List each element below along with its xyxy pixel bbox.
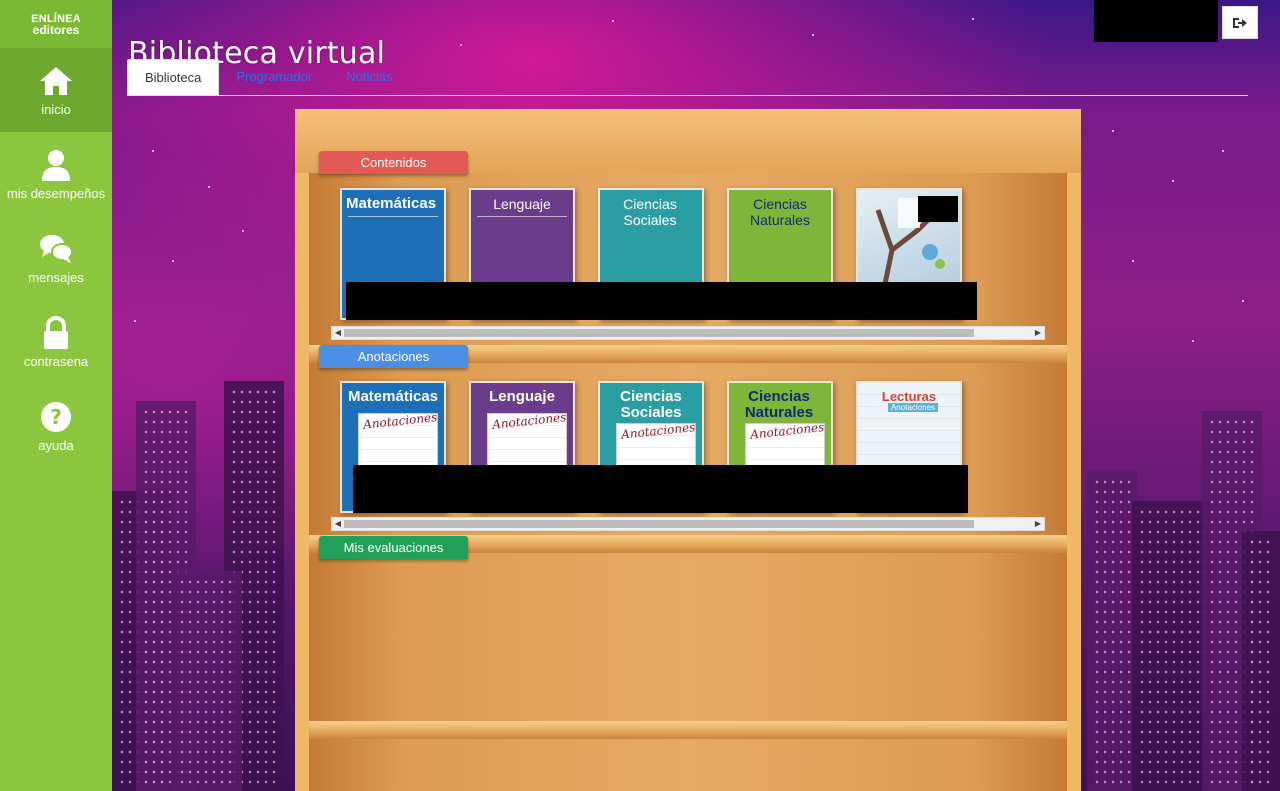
- sidebar-item-contrasena[interactable]: contrasena: [0, 300, 112, 384]
- user-icon: [42, 149, 70, 181]
- book-note-label: Anotaciones: [620, 420, 696, 442]
- scroll-right-arrow-icon[interactable]: ▶: [1032, 327, 1044, 339]
- star: [1172, 180, 1174, 182]
- tab-noticias[interactable]: Noticias: [329, 59, 409, 94]
- star: [972, 18, 974, 20]
- brand-line2: editores: [32, 23, 80, 37]
- sidebar-item-inicio[interactable]: inicio: [0, 48, 112, 132]
- star: [172, 260, 174, 262]
- help-icon: ?: [41, 401, 71, 432]
- book-note-label: Anotaciones: [749, 420, 825, 442]
- svg-text:?: ?: [50, 405, 62, 429]
- bookshelf: Contenidos Matemáticas Lenguaje Ciencias…: [295, 109, 1081, 791]
- book-note-label: Anotaciones: [888, 403, 939, 412]
- city-building: [1132, 501, 1212, 791]
- shelf-scrollbar[interactable]: ◀ ▶: [331, 517, 1045, 531]
- redacted-user-area: [1094, 0, 1218, 42]
- shelf-label-anotaciones: Anotaciones: [319, 345, 468, 368]
- city-building: [172, 571, 242, 791]
- logout-button[interactable]: [1222, 6, 1258, 39]
- home-icon: [40, 66, 72, 95]
- redacted-region: [918, 196, 958, 222]
- sidebar-item-label: contrasena: [23, 353, 89, 369]
- sign-out-icon: [1233, 17, 1247, 28]
- scroll-thumb[interactable]: [344, 520, 974, 528]
- star: [1192, 340, 1194, 342]
- redacted-region: [353, 465, 968, 513]
- sidebar-item-label: ayuda: [38, 437, 74, 453]
- city-building: [1242, 531, 1280, 791]
- star: [1112, 130, 1114, 132]
- star: [152, 150, 154, 152]
- lock-icon: [44, 315, 68, 349]
- main-area: Biblioteca virtual Biblioteca Programado…: [112, 0, 1280, 791]
- star: [1132, 260, 1134, 262]
- tab-biblioteca[interactable]: Biblioteca: [127, 59, 220, 95]
- star: [612, 20, 614, 22]
- book-title: Lenguaje: [489, 388, 555, 405]
- book-note-label: Anotaciones: [491, 410, 567, 432]
- shelf-compartment: [309, 739, 1067, 791]
- book-note-label: Anotaciones: [362, 410, 438, 432]
- sidebar-item-label: mis desempeños: [6, 185, 106, 201]
- star: [1242, 300, 1244, 302]
- scroll-left-arrow-icon[interactable]: ◀: [332, 518, 344, 530]
- book-title: Ciencias Naturales: [744, 388, 814, 421]
- tab-programador[interactable]: Programador: [219, 59, 329, 94]
- book-title: Ciencias Naturales: [750, 196, 810, 228]
- book-title: Ciencias Sociales: [620, 388, 682, 421]
- book-title: Ciencias Sociales: [623, 196, 677, 228]
- sidebar-item-label: mensajes: [28, 269, 84, 285]
- star: [242, 230, 244, 232]
- star: [460, 44, 462, 46]
- tab-bar: Biblioteca Programador Noticias: [127, 59, 1248, 96]
- shelf-label-mis-evaluaciones: Mis evaluaciones: [319, 536, 468, 559]
- star: [1222, 150, 1224, 152]
- sidebar-item-mis-desempenos[interactable]: mis desempeños: [0, 132, 112, 216]
- sidebar-item-ayuda[interactable]: ? ayuda: [0, 384, 112, 468]
- sidebar-item-label: inicio: [41, 101, 71, 117]
- star: [812, 34, 814, 36]
- star: [134, 320, 136, 322]
- shelf-scrollbar[interactable]: ◀ ▶: [331, 326, 1045, 340]
- chat-icon: [40, 234, 73, 263]
- shelf-board: [309, 721, 1067, 739]
- scroll-left-arrow-icon[interactable]: ◀: [332, 327, 344, 339]
- sidebar-item-mensajes[interactable]: mensajes: [0, 216, 112, 300]
- redacted-region: [346, 282, 977, 320]
- scroll-thumb[interactable]: [344, 329, 974, 337]
- sidebar: ENLÍNEA editores inicio mis desempeños m…: [0, 0, 112, 791]
- scroll-right-arrow-icon[interactable]: ▶: [1032, 518, 1044, 530]
- book-title: Matemáticas: [347, 388, 439, 405]
- book-title: Lenguaje: [493, 196, 551, 212]
- book-title: Matemáticas: [346, 195, 437, 212]
- shelf-compartment: [309, 553, 1067, 721]
- city-building: [1087, 471, 1137, 791]
- shelf-label-contenidos: Contenidos: [319, 151, 468, 174]
- star: [208, 186, 210, 188]
- brand-logo[interactable]: ENLÍNEA editores: [0, 0, 112, 48]
